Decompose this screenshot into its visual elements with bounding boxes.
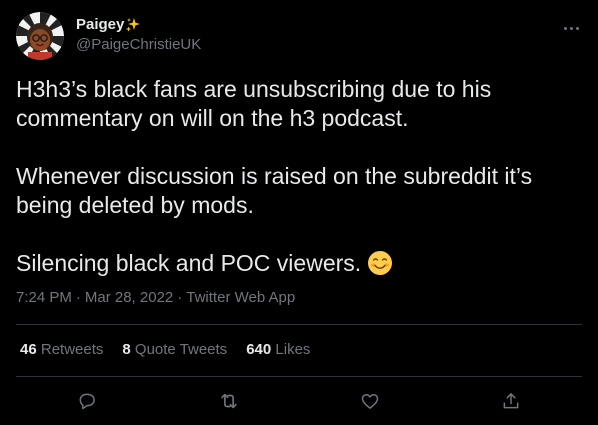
more-dot bbox=[563, 26, 567, 30]
quote-tweets-count: 8 bbox=[122, 341, 131, 358]
likes-count: 640 bbox=[246, 341, 272, 358]
quote-tweets-stat[interactable]: 8 Quote Tweets bbox=[122, 340, 227, 360]
user-handle[interactable]: @PaigeChristieUK bbox=[76, 35, 201, 55]
display-name[interactable]: Paigey bbox=[76, 15, 201, 35]
smiling-face-icon bbox=[367, 250, 393, 276]
retweet-icon bbox=[221, 393, 237, 409]
tweet-paragraph: H3h3’s black fans are unsubscribing due … bbox=[16, 76, 492, 131]
reply-button[interactable] bbox=[70, 384, 104, 418]
tweet-card: Paigey @PaigeChristieUK H3h3’s black fan… bbox=[0, 0, 598, 425]
reply-icon bbox=[79, 393, 95, 410]
tweet-paragraph-text: Silencing black and POC viewers. bbox=[16, 250, 362, 276]
tweet-time[interactable]: 7:24 PM bbox=[16, 289, 72, 306]
tweet-date[interactable]: Mar 28, 2022 bbox=[85, 289, 173, 306]
like-icon bbox=[361, 394, 379, 409]
tweet-paragraph: Whenever discussion is raised on the sub… bbox=[16, 163, 533, 218]
share-button[interactable] bbox=[494, 384, 528, 418]
likes-label: Likes bbox=[275, 341, 311, 358]
divider bbox=[16, 376, 582, 377]
meta-separator: · bbox=[177, 289, 183, 306]
retweets-count: 46 bbox=[20, 341, 37, 358]
quote-tweets-label: Quote Tweets bbox=[134, 341, 228, 358]
meta-separator: · bbox=[75, 289, 81, 306]
retweet-button[interactable] bbox=[212, 384, 246, 418]
share-icon bbox=[503, 393, 519, 409]
tweet-text: H3h3’s black fans are unsubscribing due … bbox=[16, 75, 582, 278]
tweet-stats: 46 Retweets 8 Quote Tweets 640 Likes bbox=[20, 340, 329, 360]
display-name-text: Paigey bbox=[76, 16, 125, 33]
tweet-source[interactable]: Twitter Web App bbox=[186, 289, 295, 306]
retweets-stat[interactable]: 46 Retweets bbox=[20, 340, 103, 360]
divider bbox=[16, 324, 582, 325]
tweet-meta: 7:24 PM · Mar 28, 2022 · Twitter Web App bbox=[16, 288, 295, 308]
more-dot bbox=[569, 26, 573, 30]
more-options-button[interactable] bbox=[560, 18, 582, 38]
avatar[interactable] bbox=[16, 12, 64, 60]
retweets-label: Retweets bbox=[40, 341, 104, 358]
likes-stat[interactable]: 640 Likes bbox=[246, 340, 310, 360]
more-dot bbox=[575, 26, 579, 30]
tweet-header: Paigey @PaigeChristieUK bbox=[16, 12, 582, 60]
like-button[interactable] bbox=[353, 384, 387, 418]
user-identity: Paigey @PaigeChristieUK bbox=[76, 15, 201, 55]
sparkles-icon bbox=[125, 17, 141, 33]
tweet-paragraph: Silencing black and POC viewers. bbox=[16, 249, 582, 278]
tweet-actions bbox=[16, 384, 582, 418]
